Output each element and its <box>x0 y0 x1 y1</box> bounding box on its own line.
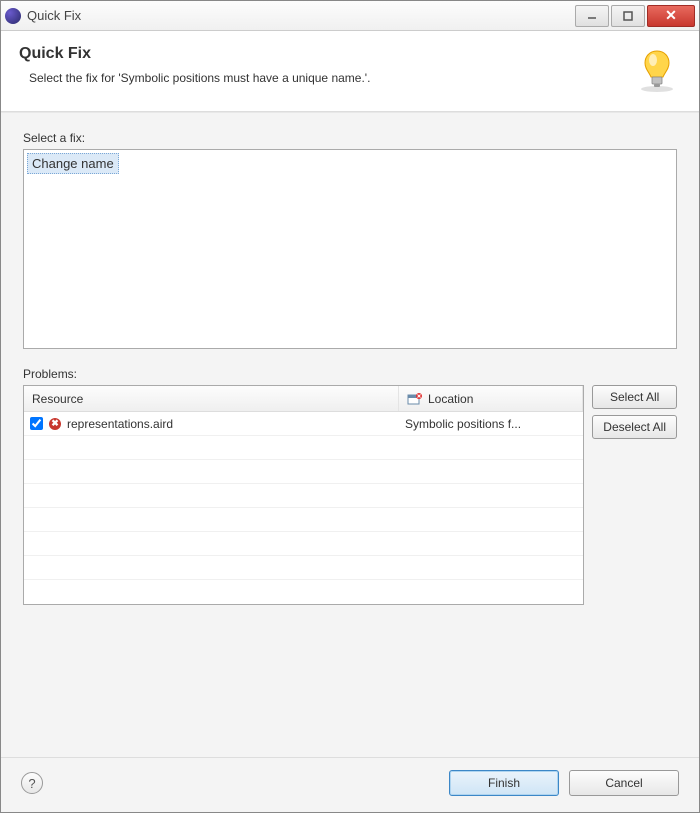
problems-label: Problems: <box>23 367 677 381</box>
dialog-body: Select a fix: Change name Problems: Reso… <box>1 112 699 757</box>
fix-item[interactable]: Change name <box>27 153 119 174</box>
location-text: Symbolic positions f... <box>399 417 583 431</box>
dialog-title: Quick Fix <box>19 45 633 63</box>
lightbulb-icon <box>633 45 681 93</box>
table-header: Resource Location <box>24 386 583 412</box>
table-row[interactable]: ✖ representations.aird Symbolic position… <box>24 412 583 436</box>
close-button[interactable]: ✕ <box>647 5 695 27</box>
help-button[interactable]: ? <box>21 772 43 794</box>
column-location[interactable]: Location <box>399 386 583 411</box>
close-icon: ✕ <box>665 7 677 24</box>
select-all-button[interactable]: Select All <box>592 385 677 409</box>
help-icon: ? <box>28 776 35 791</box>
titlebar[interactable]: Quick Fix ✕ <box>1 1 699 31</box>
problems-table[interactable]: Resource Location <box>23 385 584 605</box>
window-title: Quick Fix <box>27 8 573 23</box>
dialog-window: Quick Fix ✕ Quick Fix Select the fix for… <box>0 0 700 813</box>
dialog-header: Quick Fix Select the fix for 'Symbolic p… <box>1 31 699 112</box>
location-column-icon <box>407 392 423 406</box>
minimize-button[interactable] <box>575 5 609 27</box>
resource-name: representations.aird <box>67 417 173 431</box>
column-resource[interactable]: Resource <box>24 386 399 411</box>
dialog-footer: ? Finish Cancel <box>1 757 699 812</box>
dialog-description: Select the fix for 'Symbolic positions m… <box>19 71 633 85</box>
eclipse-icon <box>5 8 21 24</box>
deselect-all-button[interactable]: Deselect All <box>592 415 677 439</box>
table-body: ✖ representations.aird Symbolic position… <box>24 412 583 604</box>
maximize-button[interactable] <box>611 5 645 27</box>
fixes-label: Select a fix: <box>23 131 677 145</box>
cancel-button[interactable]: Cancel <box>569 770 679 796</box>
row-checkbox[interactable] <box>30 417 43 430</box>
error-icon: ✖ <box>49 418 61 430</box>
fixes-list[interactable]: Change name <box>23 149 677 349</box>
finish-button[interactable]: Finish <box>449 770 559 796</box>
